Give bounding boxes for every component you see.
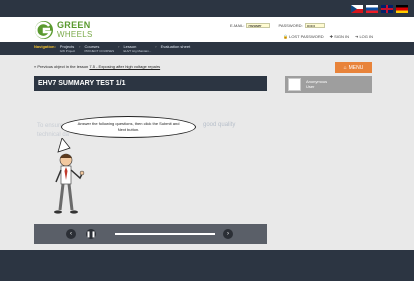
chevron-right-icon: ›	[227, 231, 229, 237]
flag-de-icon[interactable]	[396, 5, 408, 13]
menu-button-label: MENU	[348, 64, 364, 71]
green-wheels-logo-icon	[35, 21, 53, 39]
presenter-illustration	[54, 138, 85, 214]
presenter-shoe	[54, 210, 62, 214]
media-player: ‹ ❚❚ ›	[34, 224, 267, 244]
breadcrumb-item-sublabel: PROJECT COURSES	[84, 49, 115, 53]
site-header: GREEN WHEELS E-MAIL: PASSWORD: 🔒 LOST PA…	[0, 17, 414, 42]
log-in-link[interactable]: ➜ LOG IN	[355, 34, 373, 39]
navigation-bar: Navigation: Projects GW Project › Course…	[0, 42, 414, 55]
presenter-hand	[79, 170, 85, 176]
sign-in-link[interactable]: ✚ SIGN IN	[330, 34, 349, 39]
pause-button[interactable]: ❚❚	[86, 229, 96, 239]
logo[interactable]: GREEN WHEELS	[34, 20, 93, 40]
previous-object-prefix: Previous object in the lesson	[37, 64, 89, 69]
bubble-tail	[57, 138, 71, 153]
sign-in-label: SIGN IN	[334, 34, 349, 39]
lost-password-link[interactable]: 🔒 LOST PASSWORD	[283, 34, 324, 39]
progress-bar[interactable]	[115, 233, 215, 235]
user-name-line2: User	[306, 84, 315, 89]
avatar	[288, 78, 301, 91]
breadcrumb-item-evaluation[interactable]: Evaluation sheet	[161, 44, 191, 54]
lost-password-label: LOST PASSWORD	[289, 34, 324, 39]
home-icon: ⌂	[343, 64, 347, 71]
logo-text-line1: GREEN	[57, 20, 91, 30]
user-name: Anonymous User	[306, 79, 366, 89]
chevron-left-icon: ‹	[70, 231, 72, 237]
footer	[0, 250, 414, 281]
logo-text-line2: WHEELS	[57, 30, 93, 39]
breadcrumb-item-sublabel: EHV7 Hig Maintain...	[123, 49, 152, 53]
presenter-legs	[58, 183, 74, 211]
presenter-hair	[60, 154, 72, 158]
background-text-right: good quality	[203, 122, 236, 128]
previous-button[interactable]: ‹	[66, 229, 76, 239]
breadcrumb-item-projects[interactable]: Projects GW Project	[60, 44, 75, 54]
flag-gb-icon[interactable]	[381, 5, 393, 13]
back-arrow-icon: «	[34, 64, 37, 69]
breadcrumb-item-courses[interactable]: Courses PROJECT COURSES	[84, 44, 114, 54]
flag-sk-icon[interactable]	[366, 5, 378, 13]
presenter-arm-left	[55, 169, 62, 183]
password-field[interactable]	[304, 23, 325, 28]
top-bar	[0, 0, 414, 17]
email-label: E-MAIL:	[230, 23, 245, 28]
breadcrumb-item-label: Evaluation sheet	[160, 44, 191, 49]
next-button[interactable]: ›	[223, 229, 233, 239]
breadcrumb-item-lesson[interactable]: Lesson EHV7 Hig Maintain...	[123, 44, 151, 54]
previous-object-line: « Previous object in the lesson 7.5 - Ex…	[34, 64, 160, 69]
language-flags	[351, 5, 408, 13]
account-links: 🔒 LOST PASSWORD ✚ SIGN IN ➜ LOG IN	[283, 34, 373, 39]
pause-icon: ❚❚	[85, 231, 97, 238]
breadcrumb-item-sublabel: GW Project	[59, 49, 76, 53]
log-in-label: LOG IN	[359, 34, 374, 39]
flag-cz-icon[interactable]	[351, 5, 363, 13]
menu-button[interactable]: ⌂ MENU	[335, 62, 372, 73]
password-label: PASSWORD:	[278, 23, 303, 28]
previous-object-link[interactable]: 7.5 - Exposing after high voltage repair…	[89, 64, 160, 69]
breadcrumb-separator-icon: ›	[118, 44, 120, 49]
presenter-shoe	[70, 210, 78, 214]
speech-bubble: Answer the following questions, then cli…	[61, 116, 196, 138]
navigation-label: Navigation:	[34, 44, 56, 49]
breadcrumb-separator-icon: ›	[155, 44, 157, 49]
breadcrumb: Navigation: Projects GW Project › Course…	[34, 44, 190, 54]
page-title: EHV7 SUMMARY TEST 1/1	[34, 76, 267, 91]
email-field[interactable]	[246, 23, 271, 28]
user-card: Anonymous User	[285, 76, 372, 93]
login-form: E-MAIL: PASSWORD:	[230, 23, 325, 28]
breadcrumb-separator-icon: ›	[79, 44, 81, 49]
